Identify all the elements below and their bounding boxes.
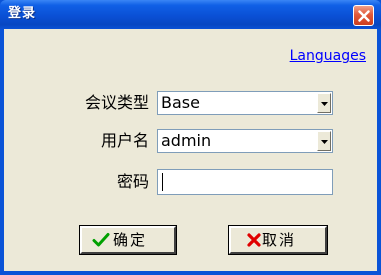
close-button[interactable] bbox=[353, 5, 374, 26]
conference-type-dropdown-button[interactable] bbox=[317, 93, 331, 113]
chevron-down-icon bbox=[321, 140, 328, 144]
ok-button[interactable]: 确定 bbox=[79, 225, 177, 255]
conference-type-label: 会议类型 bbox=[84, 93, 149, 112]
checkmark-icon bbox=[92, 233, 110, 247]
username-value: admin bbox=[161, 131, 212, 150]
username-label: 用户名 bbox=[100, 131, 149, 150]
dialog-body: Languages 会议类型 Base 用户名 admin 密码 确定 取消 bbox=[4, 29, 377, 271]
username-select[interactable]: admin bbox=[157, 129, 333, 153]
login-window: 登录 Languages 会议类型 Base 用户名 admin 密码 确定 取… bbox=[0, 0, 381, 275]
x-mark-icon bbox=[247, 233, 261, 247]
text-caret bbox=[162, 173, 163, 191]
conference-type-select[interactable]: Base bbox=[157, 91, 333, 115]
username-dropdown-button[interactable] bbox=[317, 131, 331, 151]
languages-link[interactable]: Languages bbox=[290, 48, 366, 64]
cancel-button[interactable]: 取消 bbox=[228, 225, 328, 255]
password-label: 密码 bbox=[116, 172, 149, 191]
password-input[interactable] bbox=[157, 169, 333, 195]
close-icon bbox=[358, 10, 370, 22]
cancel-button-label: 取消 bbox=[262, 231, 297, 249]
ok-button-label: 确定 bbox=[113, 231, 148, 249]
chevron-down-icon bbox=[321, 102, 328, 106]
conference-type-value: Base bbox=[161, 93, 200, 112]
title-bar[interactable]: 登录 bbox=[0, 0, 381, 29]
window-title: 登录 bbox=[8, 6, 37, 21]
